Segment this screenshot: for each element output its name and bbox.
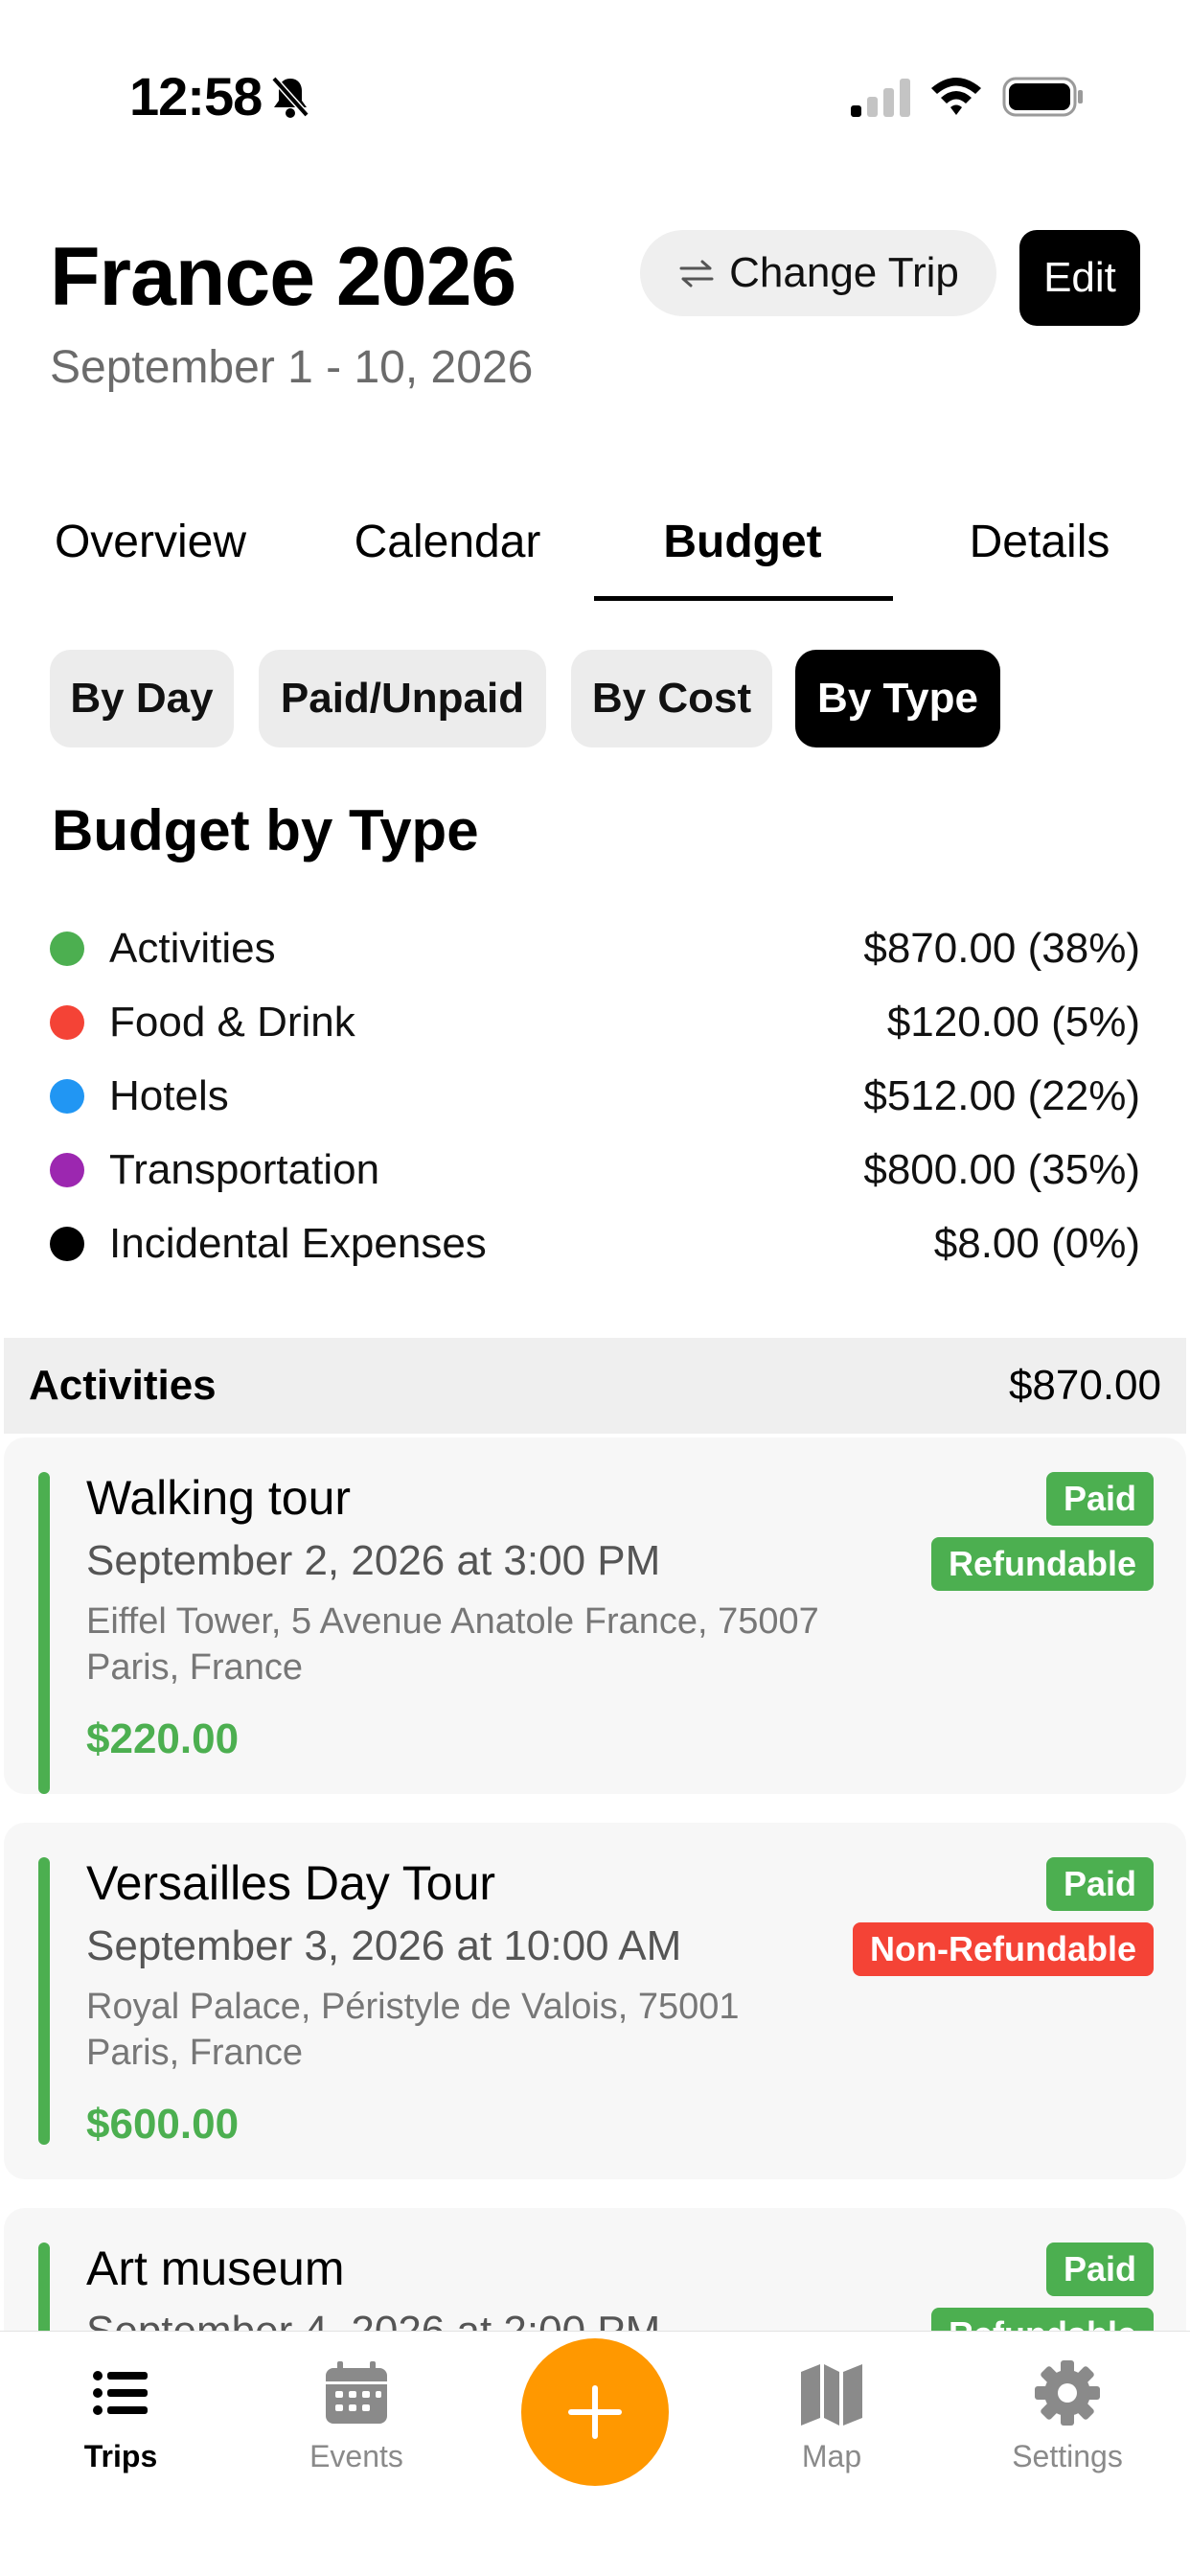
activity-card-versailles[interactable]: Versailles Day Tour September 3, 2026 at… [4,1823,1186,2179]
non-refundable-badge: Non-Refundable [853,1922,1154,1976]
nav-map[interactable]: Map [736,2358,927,2474]
edit-button[interactable]: Edit [1019,230,1140,326]
budget-type-value: $800.00 (35%) [863,1146,1140,1193]
filter-paid-unpaid[interactable]: Paid/Unpaid [259,650,546,748]
nav-label: Events [309,2439,403,2473]
paid-badge: Paid [1045,1857,1154,1911]
budget-type-label: Transportation [109,1146,380,1193]
add-event-button[interactable] [521,2338,669,2486]
budget-type-value: $8.00 (0%) [933,1220,1140,1267]
tab-details[interactable]: Details [891,516,1188,568]
map-icon [801,2364,862,2426]
activity-date: September 3, 2026 at 10:00 AM [86,1922,682,1969]
activity-price: $220.00 [86,1715,240,1762]
activity-price: $600.00 [86,2101,240,2148]
swap-icon [679,260,714,288]
category-color-bar [38,1857,50,2145]
tab-overview[interactable]: Overview [2,516,299,568]
budget-type-value: $870.00 (38%) [863,925,1140,972]
battery-icon [1002,77,1083,117]
plus-icon [568,2385,622,2439]
activity-title: Walking tour [86,1471,352,1525]
nav-label: Settings [1012,2439,1123,2473]
calendar-icon [326,2361,387,2424]
budget-type-value: $120.00 (5%) [886,999,1140,1046]
budget-row-activities: Activities $870.00 (38%) [50,920,1140,978]
budget-row-transportation: Transportation $800.00 (35%) [50,1141,1140,1199]
activity-address: Royal Palace, Péristyle de Valois, 75001… [86,1984,949,2076]
trip-dates: September 1 - 10, 2026 [50,342,534,393]
address-line-1: Eiffel Tower, 5 Avenue Anatole France, 7… [86,1601,819,1642]
budget-type-label: Activities [109,925,276,972]
gear-icon [1035,2360,1100,2426]
activity-address: Eiffel Tower, 5 Avenue Anatole France, 7… [86,1598,949,1690]
budget-type-label: Food & Drink [109,999,355,1046]
hotels-color-dot [50,1079,84,1114]
budget-type-label: Incidental Expenses [109,1220,487,1267]
activity-date: September 2, 2026 at 3:00 PM [86,1537,661,1584]
address-line-1: Royal Palace, Péristyle de Valois, 75001 [86,1987,740,2027]
budget-type-label: Hotels [109,1072,229,1119]
paid-badge: Paid [1045,2242,1154,2296]
nav-settings[interactable]: Settings [972,2358,1163,2474]
address-line-2: Paris, France [86,2033,303,2073]
bell-off-icon [271,76,309,118]
trip-title: France 2026 [50,231,516,323]
activities-color-dot [50,932,84,966]
activity-card-walking-tour[interactable]: Walking tour September 2, 2026 at 3:00 P… [4,1438,1186,1794]
tab-calendar[interactable]: Calendar [299,516,596,568]
activity-title: Versailles Day Tour [86,1856,496,1910]
tab-budget[interactable]: Budget [594,516,891,568]
filter-by-cost[interactable]: By Cost [571,650,772,748]
address-line-2: Paris, France [86,1647,303,1688]
activity-title: Art museum [86,2242,345,2295]
category-total: $870.00 [1008,1362,1161,1409]
status-time: 12:58 [129,66,263,126]
change-trip-label: Change Trip [729,249,959,296]
nav-trips[interactable]: Trips [25,2358,217,2474]
food-drink-color-dot [50,1005,84,1040]
tab-bar: Overview Calendar Budget Details [0,498,1190,604]
nav-label: Trips [83,2439,158,2473]
transportation-color-dot [50,1153,84,1187]
signal-icon [851,79,910,117]
nav-label: Map [801,2439,862,2473]
filter-by-type[interactable]: By Type [795,650,1000,748]
budget-type-value: $512.00 (22%) [863,1072,1140,1119]
paid-badge: Paid [1045,1472,1154,1526]
budget-summary-title: Budget by Type [52,798,479,862]
change-trip-button[interactable]: Change Trip [640,230,996,316]
refundable-badge: Refundable [930,1537,1154,1591]
category-color-bar [38,1472,50,1794]
category-name: Activities [29,1362,217,1409]
wifi-icon [931,78,981,115]
list-icon [93,2371,148,2415]
nav-events[interactable]: Events [261,2358,452,2474]
active-tab-indicator [594,596,893,601]
category-header-activities: Activities $870.00 [4,1338,1186,1434]
budget-row-hotels: Hotels $512.00 (22%) [50,1068,1140,1125]
status-bar: 12:58 [0,0,1190,182]
budget-row-incidental: Incidental Expenses $8.00 (0%) [50,1215,1140,1273]
filter-by-day[interactable]: By Day [50,650,234,748]
budget-row-food-drink: Food & Drink $120.00 (5%) [50,994,1140,1051]
incidental-color-dot [50,1227,84,1261]
